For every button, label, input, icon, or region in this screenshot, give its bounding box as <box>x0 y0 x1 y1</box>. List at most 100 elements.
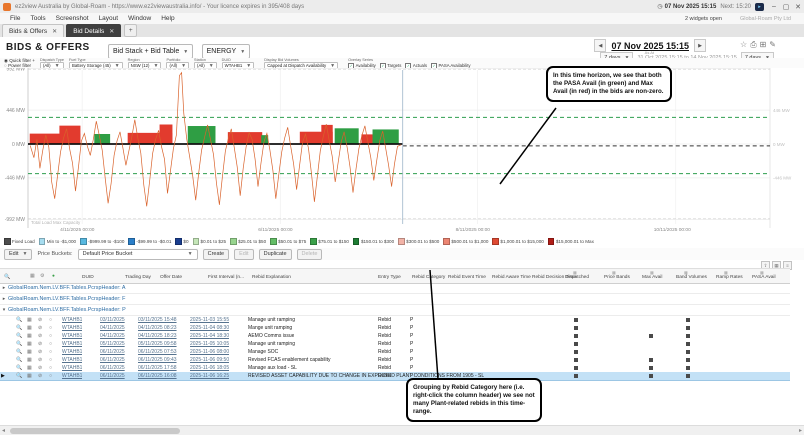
group-row[interactable]: ▸GlobalRoam.Nem.LV.BFF.Tables.PcrspHeade… <box>0 294 790 305</box>
menu-help[interactable]: Help <box>156 15 179 22</box>
no-entry-icon[interactable]: ⊘ <box>38 373 42 379</box>
collapse-icon[interactable]: ▾ <box>0 307 8 313</box>
expand-icon[interactable]: ▸ <box>0 285 8 291</box>
circle-icon[interactable]: ○ <box>49 333 52 339</box>
create-bucket-button[interactable]: Create <box>203 249 230 260</box>
col-header-offer-date[interactable]: Offer Date <box>160 275 182 280</box>
cell-first-interval[interactable]: 2025-11-05 10:05 <box>190 341 229 347</box>
date-forward-button[interactable]: ▶ <box>694 39 706 52</box>
col-header-rebid-aware-time[interactable]: Rebid Aware Time <box>492 275 531 280</box>
menu-window[interactable]: Window <box>123 15 156 22</box>
circle-icon[interactable]: ○ <box>49 317 52 323</box>
cell-offer-date[interactable]: 06/11/2025 09:43 <box>138 357 177 363</box>
table-icon[interactable]: ▦ <box>27 333 32 339</box>
col-header-entry-type[interactable]: Entry Type <box>378 275 401 280</box>
cell-trading-day[interactable]: 04/11/2025 <box>100 333 125 339</box>
circle-icon[interactable]: ○ <box>49 373 52 379</box>
scroll-left-icon[interactable]: ◂ <box>2 427 5 434</box>
col-header-rebid-category[interactable]: Rebid Category <box>412 275 445 280</box>
no-entry-icon[interactable]: ⊘ <box>38 341 42 347</box>
cell-duid[interactable]: WTAHB1 <box>62 341 82 347</box>
cell-offer-date[interactable]: 06/11/2025 17:58 <box>138 365 177 371</box>
no-entry-icon[interactable]: ⊘ <box>38 333 42 339</box>
screenshot-icon[interactable]: ⎙ <box>750 40 756 50</box>
col-header-max-avail[interactable]: Max Avail <box>642 275 662 280</box>
cell-offer-date[interactable]: 06/11/2025 16:08 <box>138 373 177 379</box>
group-row[interactable]: ▸GlobalRoam.Nem.LV.BFF.Tables.PcrspHeade… <box>0 283 790 294</box>
edit-dropdown-button[interactable]: Edit▼ <box>4 249 32 260</box>
col-header-price-bands[interactable]: Price Bands <box>604 275 630 280</box>
col-header-first-interval-n-[interactable]: First Interval (n... <box>208 275 244 280</box>
tab-bids-offers[interactable]: Bids & Offers✕ <box>2 24 64 37</box>
favorite-icon[interactable]: ☆ <box>740 40 747 50</box>
table-icon[interactable]: ▦ <box>27 349 32 355</box>
menu-layout[interactable]: Layout <box>94 15 124 22</box>
scrollbar-thumb[interactable] <box>10 428 180 434</box>
no-entry-icon[interactable]: ⊘ <box>38 349 42 355</box>
table-icon[interactable]: ▦ <box>27 317 32 323</box>
header-tool-icon[interactable]: ⚙ <box>40 274 44 279</box>
cell-trading-day[interactable]: 04/11/2025 <box>100 325 125 331</box>
group-row[interactable]: ▾GlobalRoam.Nem.LV.BFF.Tables.PcrspHeade… <box>0 305 790 316</box>
current-datetime[interactable]: 07 Nov 2025 15:15 <box>611 41 689 51</box>
cell-duid[interactable]: WTAHB1 <box>62 349 82 355</box>
notification-icon[interactable]: ▸ <box>755 3 764 11</box>
cell-first-interval[interactable]: 2025-11-04 08:30 <box>190 325 229 331</box>
cell-duid[interactable]: WTAHB1 <box>62 365 82 371</box>
cell-trading-day[interactable]: 05/11/2025 <box>100 341 125 347</box>
cell-trading-day[interactable]: 06/11/2025 <box>100 373 125 379</box>
search-icon[interactable]: 🔍 <box>4 274 10 280</box>
zoom-icon[interactable]: 🔍 <box>16 365 22 371</box>
table-icon[interactable]: ▦ <box>27 373 32 379</box>
col-header-band-volumes[interactable]: Band Volumes <box>676 275 707 280</box>
col-header-rebid-event-time[interactable]: Rebid Event Time <box>448 275 486 280</box>
circle-icon[interactable]: ○ <box>49 365 52 371</box>
zoom-icon[interactable]: 🔍 <box>16 317 22 323</box>
delete-bucket-button[interactable]: Delete <box>297 249 323 260</box>
menu-screenshot[interactable]: Screenshot <box>51 15 94 22</box>
cell-duid[interactable]: WTAHB1 <box>62 373 82 379</box>
close-tab-icon[interactable]: ✕ <box>52 28 57 35</box>
zoom-icon[interactable]: 🔍 <box>16 341 22 347</box>
cell-first-interval[interactable]: 2025-11-06 09:50 <box>190 357 229 363</box>
cell-first-interval[interactable]: 2025-11-04 18:30 <box>190 333 229 339</box>
close-tab-icon[interactable]: ✕ <box>109 28 114 35</box>
settings-icon[interactable]: ✎ <box>769 40 776 50</box>
add-tab-button[interactable]: + <box>124 24 137 37</box>
table-icon[interactable]: ▦ <box>27 325 32 331</box>
menu-file[interactable]: File <box>5 15 25 22</box>
col-header-duid[interactable]: DUID <box>82 275 94 280</box>
grid-icon[interactable]: ⊞ <box>760 40 767 50</box>
maximize-button[interactable]: ▢ <box>780 2 792 12</box>
no-entry-icon[interactable]: ⊘ <box>38 325 42 331</box>
table-icon[interactable]: ▦ <box>27 357 32 363</box>
date-back-button[interactable]: ◀ <box>594 39 606 52</box>
col-header-dispatched[interactable]: Dispatched <box>565 275 589 280</box>
zoom-icon[interactable]: 🔍 <box>16 357 22 363</box>
col-header-pasa-avail[interactable]: PASA Avail <box>752 275 776 280</box>
menu-tools[interactable]: Tools <box>25 15 50 22</box>
no-entry-icon[interactable]: ⊘ <box>38 317 42 323</box>
cell-duid[interactable]: WTAHB1 <box>62 325 82 331</box>
cell-duid[interactable]: WTAHB1 <box>62 357 82 363</box>
zoom-icon[interactable]: 🔍 <box>16 333 22 339</box>
edit-bucket-button[interactable]: Edit <box>234 249 253 260</box>
cell-offer-date[interactable]: 05/11/2025 09:58 <box>138 341 177 347</box>
price-bucket-selector[interactable]: Default Price Bucket▼ <box>78 249 198 260</box>
scroll-right-icon[interactable]: ▸ <box>799 427 802 434</box>
header-tool-icon[interactable]: ▦ <box>30 274 35 279</box>
expand-icon[interactable]: ▸ <box>0 296 8 302</box>
cell-trading-day[interactable]: 06/11/2025 <box>100 349 125 355</box>
close-button[interactable]: ✕ <box>792 2 804 12</box>
circle-icon[interactable]: ○ <box>49 349 52 355</box>
col-header-rebid-explanation[interactable]: Rebid Explanation <box>252 275 291 280</box>
table-row[interactable]: ▶🔍▦⊘○WTAHB106/11/202506/11/2025 16:08202… <box>0 372 790 381</box>
cell-trading-day[interactable]: 06/11/2025 <box>100 357 125 363</box>
bid-stack-chart[interactable]: Total Gen Max CapacityTotal Load Max Cap… <box>0 68 804 228</box>
table-icon[interactable]: ▦ <box>27 365 32 371</box>
cell-first-interval[interactable]: 2025-11-03 15:55 <box>190 317 229 323</box>
cell-offer-date[interactable]: 04/11/2025 18:23 <box>138 333 177 339</box>
cell-first-interval[interactable]: 2025-11-06 08:00 <box>190 349 229 355</box>
cell-offer-date[interactable]: 04/11/2025 08:23 <box>138 325 177 331</box>
minimize-button[interactable]: – <box>768 2 780 12</box>
